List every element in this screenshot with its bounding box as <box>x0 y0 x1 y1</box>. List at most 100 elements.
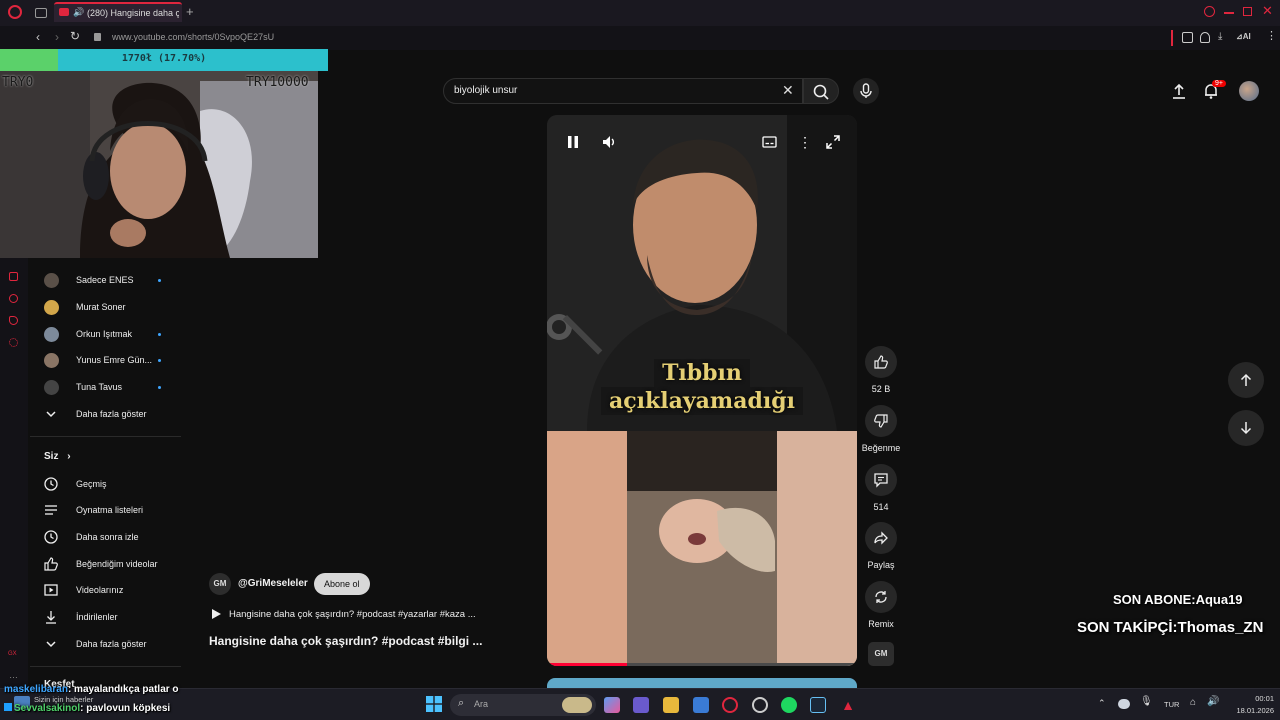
sidebar-item-your-videos[interactable]: Videolarınız <box>40 578 185 602</box>
avatar[interactable] <box>1239 81 1259 101</box>
sidebar-item-orkun-isitmak[interactable]: Orkun Işıtmak <box>40 322 185 346</box>
upload-button[interactable] <box>1170 82 1188 100</box>
volume-tray-icon[interactable]: 🔊 <box>1207 696 1219 707</box>
search-icon: ⌕ <box>458 697 465 709</box>
share-label: Paylaş <box>867 560 895 570</box>
channel-name[interactable]: @GriMeseleler <box>238 578 308 589</box>
chat-message: maskelibaran: mayalandıkça patlar o <box>4 684 179 695</box>
you-section-header[interactable]: Siz › <box>44 451 71 462</box>
next-short-preview[interactable] <box>547 678 857 688</box>
captions-button[interactable] <box>762 136 777 148</box>
video-title: Hangisine daha çok şaşırdın? #podcast #b… <box>209 634 483 648</box>
language-indicator[interactable]: TUR <box>1164 700 1179 709</box>
clear-search-icon[interactable]: ✕ <box>782 82 794 99</box>
search-button[interactable] <box>803 78 839 104</box>
windows-start-icon[interactable] <box>426 696 442 712</box>
more-options-icon[interactable]: ⋮ <box>798 134 812 151</box>
back-icon[interactable]: ‹ <box>36 30 40 44</box>
sidebar-item-sadece-enes[interactable]: Sadece ENES <box>40 268 185 292</box>
last-subscriber-text: SON ABONE:Aqua19 <box>1113 592 1243 607</box>
subscribe-button[interactable]: Abone ol <box>314 573 370 595</box>
search-box[interactable]: biyolojik unsur ✕ <box>443 78 803 104</box>
channel-avatar[interactable]: GM <box>209 573 231 595</box>
copilot-icon[interactable] <box>604 697 620 713</box>
tab-title: (280) Hangisine daha ç <box>87 8 179 18</box>
voice-search-button[interactable] <box>853 78 879 104</box>
opera-logo-icon[interactable] <box>8 5 22 19</box>
sidebar-item-tuna-tavus[interactable]: Tuna Tavus <box>40 375 185 399</box>
profile-icon[interactable] <box>1200 32 1210 43</box>
comment-count: 514 <box>873 502 889 512</box>
dislike-action[interactable]: Beğenme <box>859 405 903 453</box>
video-progress-track[interactable] <box>547 663 857 666</box>
notifications-button[interactable]: 9+ <box>1202 80 1226 100</box>
clock[interactable]: 00:01 18.01.2026 <box>1228 694 1274 715</box>
tab-active[interactable]: 🔊 (280) Hangisine daha ç <box>54 2 182 22</box>
tray-chevron-up-icon[interactable]: ⌃ <box>1098 698 1106 709</box>
share-action[interactable]: Paylaş <box>865 522 897 570</box>
sidebar-item-history[interactable]: Geçmiş <box>40 472 185 496</box>
onedrive-icon[interactable] <box>1118 699 1130 709</box>
share-icon <box>874 531 888 545</box>
comments-action[interactable]: 514 <box>865 464 897 512</box>
sidebar-item-murat-soner[interactable]: Murat Soner <box>40 295 185 319</box>
opera-gx-icon[interactable] <box>722 697 738 713</box>
sidebar-item-yunus-emre[interactable]: Yunus Emre Gün... <box>40 348 185 372</box>
steam-icon[interactable] <box>810 697 826 713</box>
opera-browser-icon[interactable] <box>752 697 768 713</box>
sidebar-item-liked-videos[interactable]: Beğendiğim videolar <box>40 552 185 576</box>
pinboard-icon[interactable] <box>9 272 18 281</box>
show-more-subscriptions-button[interactable]: Daha fazla göster <box>40 402 185 426</box>
donation-goal-bar: 1770ł (17.70%) <box>0 49 328 71</box>
valorant-icon[interactable]: ▲ <box>840 697 856 713</box>
playlist-link[interactable]: Hangisine daha çok şaşırdın? #podcast #y… <box>229 609 476 620</box>
file-explorer-icon[interactable] <box>663 697 679 713</box>
teams-icon[interactable] <box>633 697 649 713</box>
volume-button[interactable] <box>602 135 618 149</box>
sidebar-item-downloads[interactable]: İndirilenler <box>40 605 185 629</box>
new-tab-button[interactable]: + <box>186 4 194 19</box>
sidebar-item-label: Daha fazla göster <box>76 639 147 649</box>
forward-icon[interactable]: › <box>55 30 59 44</box>
network-icon[interactable]: ⌂ <box>1190 697 1196 708</box>
remix-action[interactable]: Remix <box>865 581 897 629</box>
todo-icon[interactable] <box>693 697 709 713</box>
speaker-icon[interactable]: 🔊 <box>73 7 84 18</box>
like-action[interactable]: 52 B <box>865 346 897 394</box>
sound-source-thumbnail[interactable]: GM <box>868 642 894 666</box>
like-icon <box>44 557 58 571</box>
url-field[interactable]: www.youtube.com/shorts/0SvpoQE27sU <box>112 32 274 42</box>
search-input[interactable]: biyolojik unsur <box>454 85 517 96</box>
goal-min-label: TRY0 <box>2 75 34 90</box>
microphone-tray-icon[interactable]: 🎙 <box>1140 696 1153 707</box>
fullscreen-button[interactable] <box>826 135 840 149</box>
search-tabs-icon[interactable] <box>1204 6 1215 17</box>
settings-icon[interactable] <box>9 338 18 347</box>
taskbar-search-box[interactable]: ⌕ Ara <box>450 694 596 716</box>
tab-islands-icon[interactable] <box>35 8 47 18</box>
extensions-icon[interactable] <box>1182 32 1193 43</box>
sidebar-item-watch-later[interactable]: Daha sonra izle <box>40 525 185 549</box>
player-icon[interactable] <box>9 316 18 325</box>
ai-button[interactable]: ⊿AI <box>1236 32 1251 41</box>
search-highlight-icon <box>562 697 592 713</box>
new-content-dot <box>158 332 161 336</box>
history-sidebar-icon[interactable] <box>9 294 18 303</box>
minimize-icon[interactable] <box>1224 12 1234 14</box>
menu-icon[interactable]: ⋮ <box>1266 29 1277 42</box>
download-icon[interactable]: ⤓ <box>1218 31 1222 42</box>
next-short-button[interactable] <box>1228 410 1264 446</box>
pause-button[interactable] <box>567 135 579 149</box>
channel-avatar <box>43 326 59 342</box>
youtube-favicon-icon <box>59 8 69 16</box>
more-sidebar-icon[interactable]: … <box>9 670 18 680</box>
chat-badge-icon <box>4 703 12 711</box>
maximize-icon[interactable] <box>1243 7 1252 16</box>
previous-short-button[interactable] <box>1228 362 1264 398</box>
reload-icon[interactable]: ↻ <box>70 29 80 43</box>
shorts-player[interactable]: Tıbbın açıklayamadığı ⋮ <box>547 115 857 666</box>
close-window-icon[interactable]: ✕ <box>1262 3 1273 19</box>
sidebar-item-playlists[interactable]: Oynatma listeleri <box>40 498 185 522</box>
spotify-icon[interactable] <box>781 697 797 713</box>
show-more-you-button[interactable]: Daha fazla göster <box>40 632 185 656</box>
